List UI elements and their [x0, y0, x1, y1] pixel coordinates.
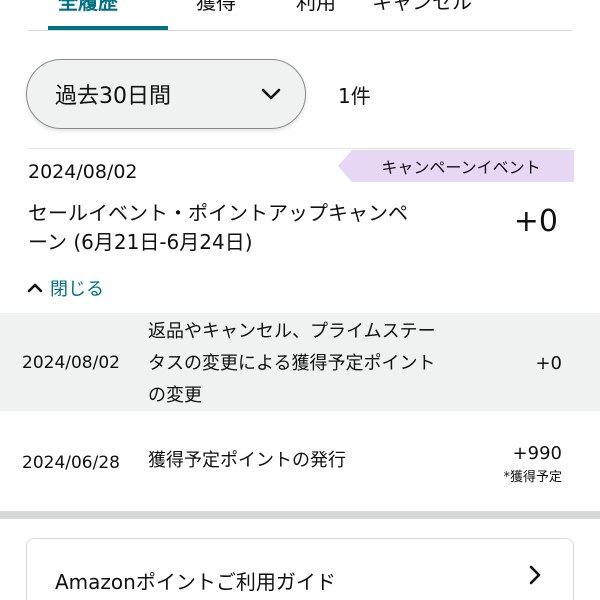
- entry-title: セールイベント・ポイントアップキャンペーン (6月21日-6月24日): [28, 201, 408, 254]
- collapse-link[interactable]: 閉じる: [26, 276, 104, 300]
- detail-row: 2024/06/28 獲得予定ポイントの発行 +990 *獲得予定: [0, 411, 600, 511]
- detail-date: 2024/08/02: [22, 353, 120, 373]
- tab-all-history[interactable]: 全履歴: [58, 0, 118, 15]
- detail-description: 獲得予定ポイントの発行: [148, 450, 346, 471]
- entry-date: 2024/08/02: [28, 161, 138, 183]
- detail-points: +0: [535, 353, 562, 374]
- detail-date: 2024/06/28: [22, 453, 120, 473]
- tabs-divider: [28, 30, 572, 31]
- chevron-down-icon: [261, 88, 281, 100]
- tab-earned[interactable]: 獲得: [196, 0, 236, 15]
- chevron-up-icon: [27, 283, 43, 293]
- period-select-value: 過去30日間: [55, 84, 171, 109]
- detail-note: *獲得予定: [503, 470, 562, 485]
- collapse-label: 閉じる: [50, 279, 104, 300]
- campaign-event-badge: キャンペーンイベント: [338, 150, 574, 182]
- detail-row: 2024/08/02 返品やキャンセル、プライムステータスの変更による獲得予定ポ…: [0, 313, 600, 411]
- tab-cancelled[interactable]: キャンセル: [372, 0, 472, 15]
- points-guide-label: Amazonポイントご利用ガイド: [55, 570, 336, 594]
- history-tabs: 全履歴 獲得 利用 キャンセル: [0, 0, 600, 32]
- section-divider: [0, 511, 600, 519]
- chevron-right-icon: [529, 565, 541, 585]
- result-count: 1件: [338, 84, 371, 108]
- entry-divider: [28, 148, 572, 149]
- detail-description: 返品やキャンセル、プライムステータスの変更による獲得予定ポイントの変更: [148, 321, 436, 406]
- entry-points: +0: [513, 204, 558, 239]
- tab-used[interactable]: 利用: [296, 0, 336, 15]
- points-history-page: 全履歴 獲得 利用 キャンセル 過去30日間 1件 キャンペーンイベント 202…: [0, 0, 600, 600]
- detail-points: +990: [512, 443, 562, 464]
- points-guide-link[interactable]: Amazonポイントご利用ガイド: [26, 538, 574, 600]
- period-select[interactable]: 過去30日間: [26, 59, 306, 129]
